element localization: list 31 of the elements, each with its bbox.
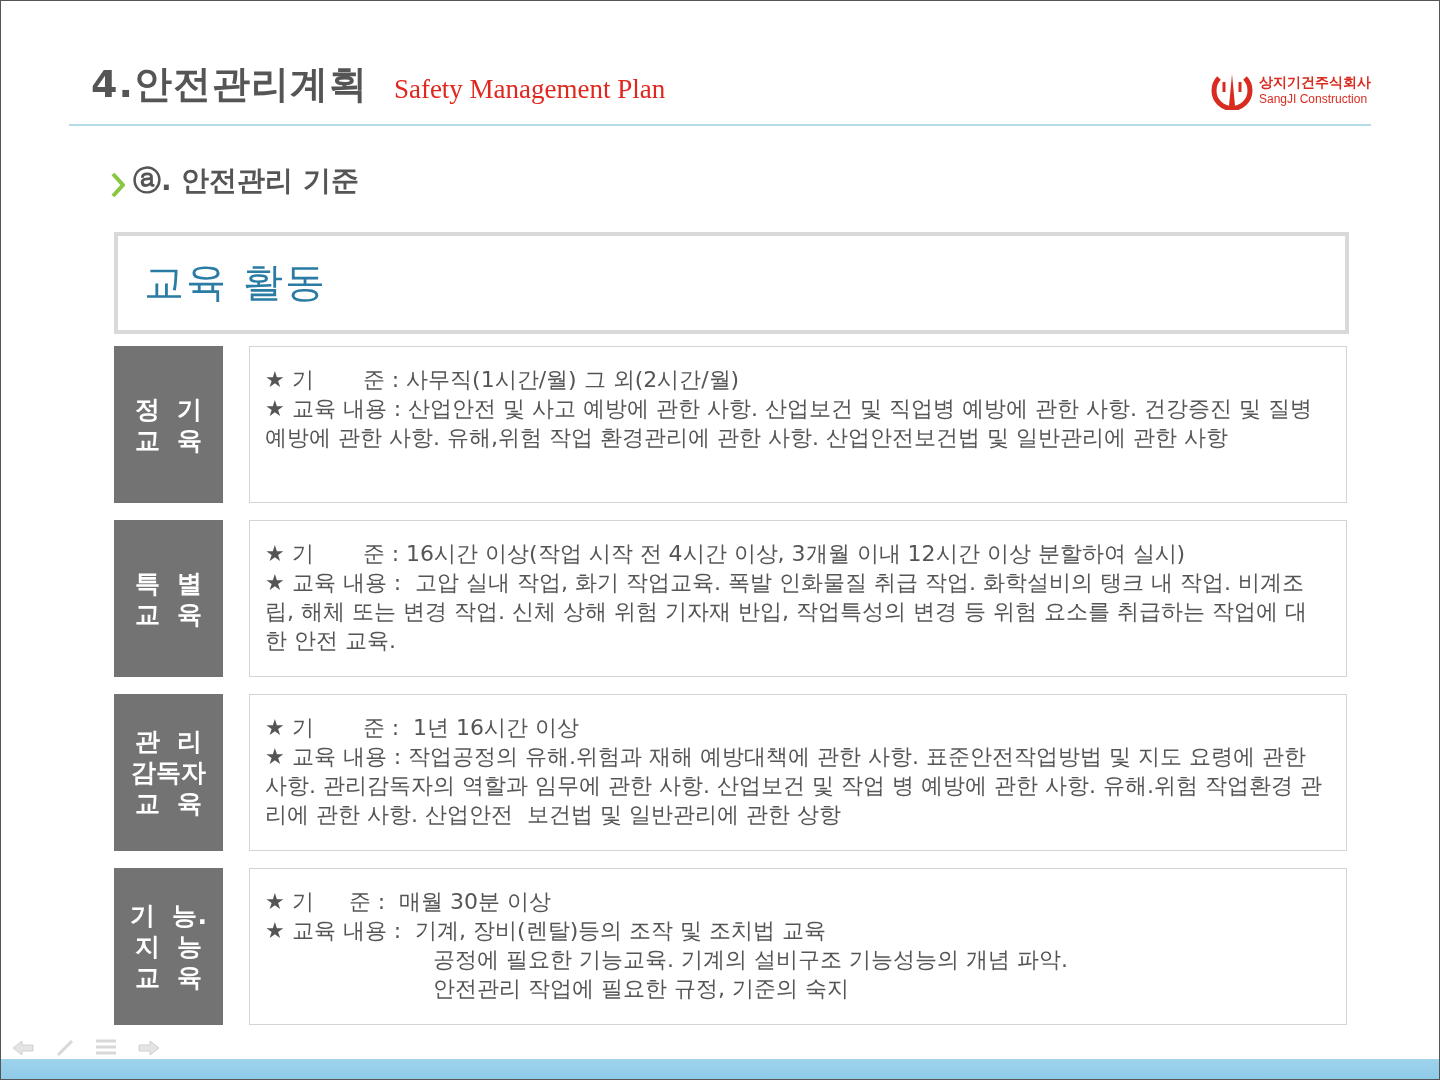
- next-arrow-icon[interactable]: [137, 1039, 161, 1058]
- slide-subtitle: Safety Management Plan: [393, 74, 666, 105]
- content-text: ★ 교육 내용 : 기계, 장비(렌탈)등의 조작 및 조치법 교육: [265, 917, 828, 946]
- company-name: 상지기건주식회사: [1259, 74, 1371, 92]
- content-text: ★ 기 준 : 16시간 이상(작업 시작 전 4시간 이상, 3개월 이내 12시간 이상 분할하여 실시): [265, 540, 1187, 569]
- chevron-icon: [111, 171, 125, 198]
- category-label: 기 능.: [130, 900, 207, 932]
- content-text: ★ 교육 내용 : 작업공정의 유해.위험과 재해 예방대책에 관한 사항. 표준안전작업방법 및 지도 요령에 관한 사항. 관리감독자의 역할과 임무에 관한 사항. 산업보건 및 작업 병 예방에 관한 사항. 유해.위험 작업환경 관리에 관한 사항. 산업안전 보건법 및 일반관리에 관한 상항: [265, 743, 1323, 830]
- section-heading: ⓐ. 안전관리 기준: [133, 162, 360, 199]
- content-text: 안전관리 작업에 필요한 규정, 기준의 숙지: [432, 975, 850, 1004]
- category-label: 정 기: [134, 393, 203, 425]
- category-label: 지 능: [134, 931, 203, 963]
- content-text: ★ 기 준 : 1년 16시간 이상: [265, 714, 581, 743]
- category-label: 관 리: [134, 726, 203, 758]
- previous-arrow-icon[interactable]: [11, 1039, 35, 1058]
- content-text: ★ 교육 내용 : 고압 실내 작업, 화기 작업교육. 폭발 인화물질 취급 작업. 화학설비의 탱크 내 작업. 비계조립, 해체 또는 변경 작업. 신체 상해 위험 기자재 반입, 작업특성의 변경 등 위험 요소를 취급하는 작업에 대한 안전 교육.: [265, 569, 1308, 656]
- panel-title: 교육 활동: [144, 258, 327, 308]
- category-label: 교 육: [134, 424, 203, 456]
- category-label: 감독자: [131, 757, 206, 789]
- menu-icon[interactable]: [95, 1039, 117, 1056]
- pen-icon[interactable]: [55, 1039, 75, 1058]
- content-text: ★ 기 준 : 매월 30분 이상: [265, 888, 553, 917]
- company-english-name: SangJI Construction: [1259, 92, 1369, 106]
- content-text: ★ 교육 내용 : 산업안전 및 사고 예방에 관한 사항. 산업보건 및 직업병 예방에 관한 사항. 건강증진 및 질병 예방에 관한 사항. 유해,위험 작업 환경관리에 관한 사항. 산업안전보건법 및 일반관리에 관한 사항: [265, 395, 1313, 453]
- category-label: 교 육: [134, 962, 203, 994]
- category-label: 교 육: [134, 598, 203, 630]
- content-text: 공정에 필요한 기능교육. 기계의 설비구조 기능성능의 개념 파악.: [432, 946, 1069, 975]
- category-label: 특 별: [134, 567, 203, 599]
- category-label: 교 육: [134, 788, 203, 820]
- content-text: ★ 기 준 : 사무직(1시간/월) 그 외(2시간/월): [265, 366, 741, 395]
- slide-title: 4.안전관리계획: [91, 61, 368, 108]
